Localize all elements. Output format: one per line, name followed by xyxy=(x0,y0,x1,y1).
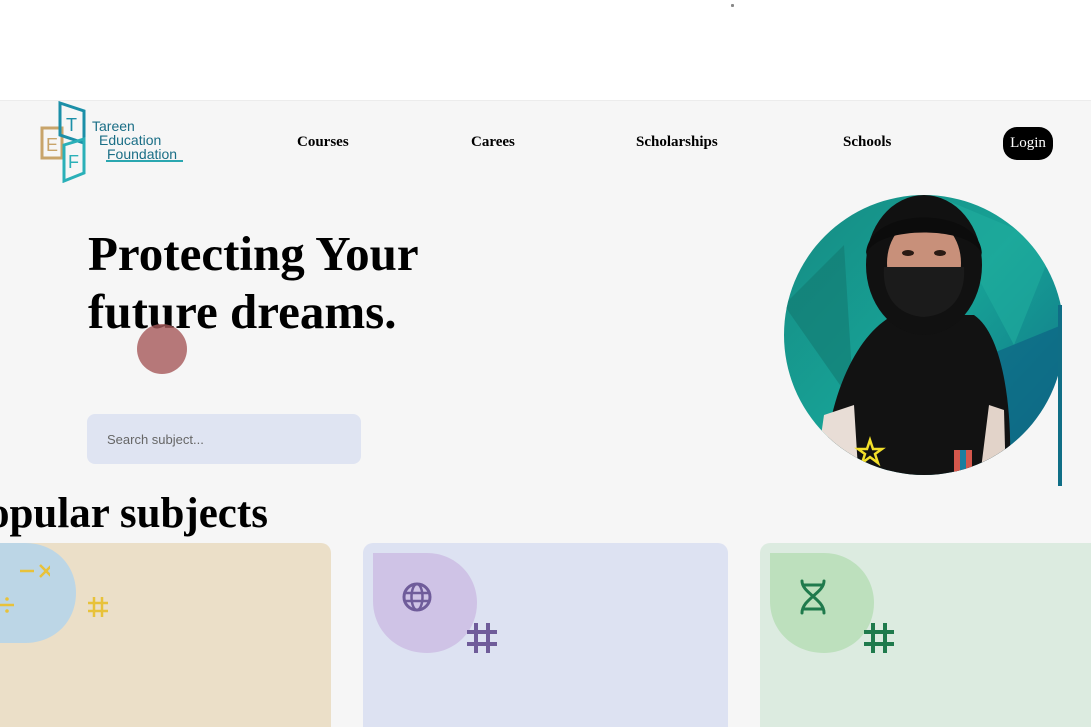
subject-card-geography[interactable] xyxy=(363,543,728,727)
nav-scholarships[interactable]: Scholarships xyxy=(636,134,718,151)
logo-line-3: Foundation xyxy=(107,146,178,162)
logo-letter-t: T xyxy=(66,115,77,135)
logo-text: Tareen Education Foundation xyxy=(92,119,177,161)
dna-icon xyxy=(800,579,826,615)
nav-carees[interactable]: Carees xyxy=(471,134,515,151)
login-button[interactable]: Login xyxy=(1003,127,1053,160)
hash-icon-biology xyxy=(864,623,894,653)
logo[interactable]: E T F Tareen Education Foundation xyxy=(40,101,190,184)
hash-icon-geography xyxy=(467,623,497,653)
page: E T F Tareen Education Foundation Course… xyxy=(0,100,1091,727)
nav-schools[interactable]: Schools xyxy=(843,134,891,151)
decorative-blob xyxy=(137,324,187,374)
search-input[interactable] xyxy=(87,414,361,464)
hero-title: Protecting Your future dreams. xyxy=(88,226,418,339)
logo-underline xyxy=(106,160,183,162)
math-operators-icon xyxy=(0,564,50,613)
stray-dot xyxy=(731,4,734,7)
hero-photo xyxy=(784,185,1062,486)
hero-student-image xyxy=(784,195,1062,486)
globe-icon xyxy=(402,582,432,612)
logo-letter-e: E xyxy=(46,135,58,155)
top-blank-area xyxy=(0,0,1091,100)
subject-card-biology[interactable] xyxy=(760,543,1091,727)
section-title: opular subjects xyxy=(0,490,268,537)
logo-line-2: Education xyxy=(99,132,162,148)
hash-icon-math xyxy=(88,597,108,617)
nav-courses[interactable]: Courses xyxy=(297,134,349,151)
subject-card-math[interactable] xyxy=(0,543,331,727)
logo-letter-f: F xyxy=(68,152,79,172)
logo-mark-icon: E T F xyxy=(40,101,86,184)
logo-line-1: Tareen xyxy=(92,118,135,134)
